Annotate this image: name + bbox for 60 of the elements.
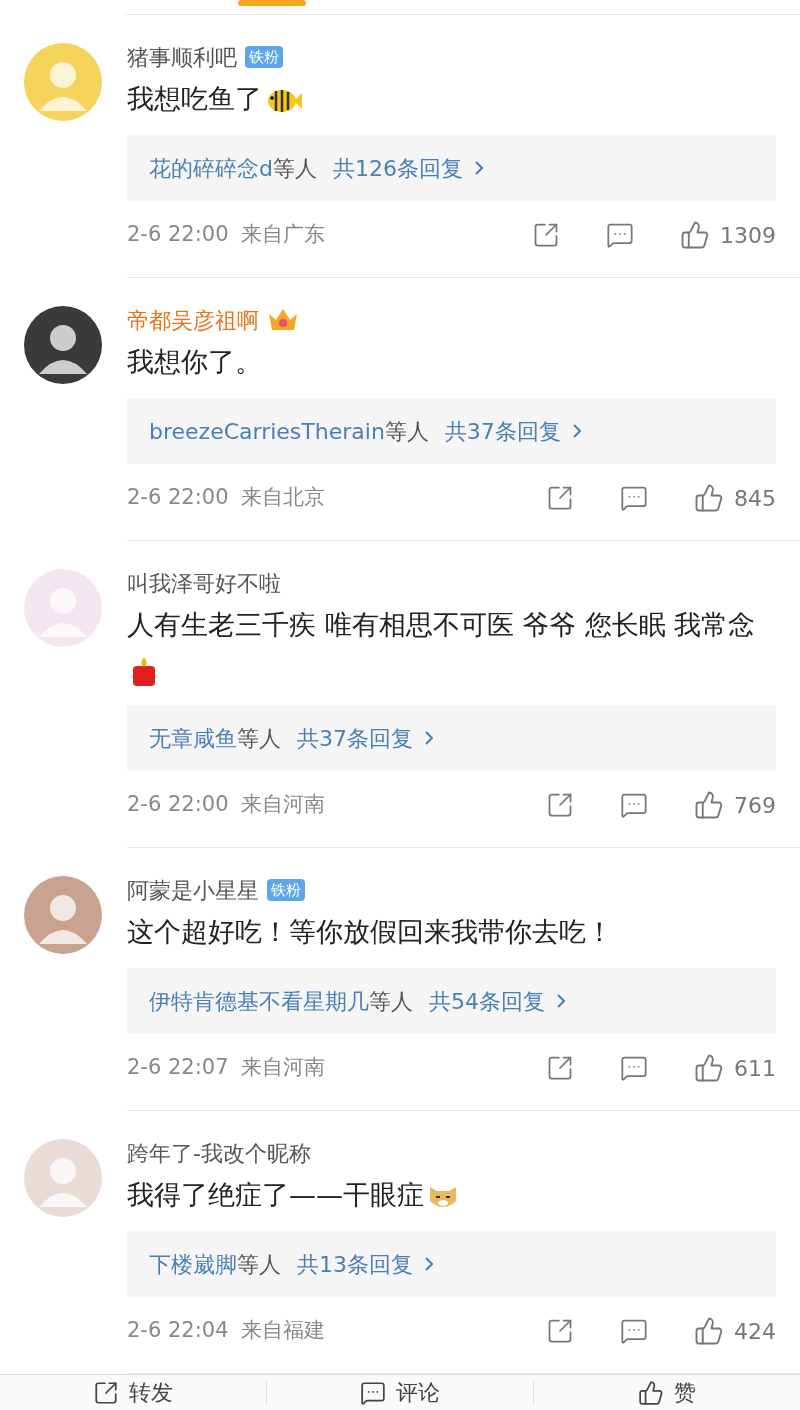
- chevron-icon: [425, 1257, 433, 1271]
- comment-icon[interactable]: [620, 484, 648, 512]
- comment-text: 我想吃鱼了: [127, 83, 262, 114]
- chevron-icon: [425, 731, 433, 745]
- replies-link[interactable]: 无章咸鱼等人 共37条回复: [127, 705, 776, 771]
- share-icon[interactable]: [546, 1054, 574, 1082]
- comment-location: 来自福建: [240, 1317, 325, 1345]
- comment-icon[interactable]: [620, 1317, 648, 1345]
- thumbs-up-icon[interactable]: [680, 220, 710, 250]
- comment-icon: [360, 1379, 386, 1406]
- tab-indicator: [238, 0, 306, 6]
- like-count: 611: [734, 1054, 776, 1083]
- like-count: 424: [734, 1317, 776, 1346]
- comment-time: 2-6 22:07: [127, 1054, 229, 1082]
- user-name[interactable]: 阿蒙是小星星: [127, 873, 259, 907]
- replies-link[interactable]: 伊特肯德基不看星期几等人 共54条回复: [127, 968, 776, 1034]
- avatar[interactable]: [24, 306, 102, 384]
- comment-text: 我得了绝症了——干眼症: [127, 1179, 424, 1210]
- comment-location: 来自河南: [240, 1054, 325, 1082]
- thumbs-up-icon[interactable]: [694, 1053, 724, 1083]
- comment-text: 我想你了。: [127, 346, 262, 377]
- user-name[interactable]: 跨年了-我改个昵称: [127, 1136, 311, 1170]
- comment-time: 2-6 22:04: [127, 1317, 229, 1345]
- comment-icon[interactable]: [620, 791, 648, 819]
- comment-location: 来自北京: [240, 484, 325, 512]
- replies-link[interactable]: 下楼崴脚等人 共13条回复: [127, 1231, 776, 1297]
- share-icon[interactable]: [546, 1317, 574, 1345]
- candle-icon: [131, 655, 157, 686]
- share-icon[interactable]: [532, 221, 560, 249]
- like-count: 1309: [720, 221, 776, 250]
- comment-time: 2-6 22:00: [127, 484, 229, 512]
- comment-time: 2-6 22:00: [127, 791, 229, 819]
- thumbs-up-icon[interactable]: [694, 483, 724, 513]
- replies-link[interactable]: 花的碎碎念d等人 共126条回复: [127, 135, 776, 201]
- user-name[interactable]: 叫我泽哥好不啦: [127, 566, 281, 600]
- like-count: 769: [734, 791, 776, 820]
- comment-time: 2-6 22:00: [127, 221, 229, 249]
- share-icon: [93, 1379, 119, 1406]
- fan-badge: 铁粉: [267, 879, 305, 901]
- like-count: 845: [734, 484, 776, 513]
- comment-location: 来自河南: [240, 791, 325, 819]
- chevron-icon: [572, 424, 581, 438]
- thumbs-up-icon[interactable]: [694, 790, 724, 820]
- comment-action-button[interactable]: 评论: [267, 1376, 533, 1409]
- share-icon[interactable]: [546, 484, 574, 512]
- comment-text: 这个超好吃！等你放假回来我带你去吃！: [127, 916, 613, 947]
- comment-location: 来自广东: [240, 221, 325, 249]
- share-action-button[interactable]: 转发: [0, 1376, 266, 1409]
- share-icon[interactable]: [546, 791, 574, 819]
- thumbs-up-icon: [638, 1379, 664, 1406]
- replies-link[interactable]: breezeCarriesTherain等人 共37条回复: [127, 398, 776, 464]
- comment-icon[interactable]: [606, 221, 634, 249]
- fan-badge: 铁粉: [245, 46, 283, 68]
- thumbs-up-icon[interactable]: [694, 1316, 724, 1346]
- comment-icon[interactable]: [620, 1054, 648, 1082]
- chevron-icon: [557, 994, 565, 1008]
- like-action-button[interactable]: 赞: [534, 1376, 800, 1409]
- chevron-icon: [474, 161, 483, 175]
- comment-text: 人有生老三千疾 唯有相思不可医 爷爷 您长眠 我常念: [127, 609, 756, 640]
- user-name[interactable]: 猪事顺利吧: [127, 40, 237, 74]
